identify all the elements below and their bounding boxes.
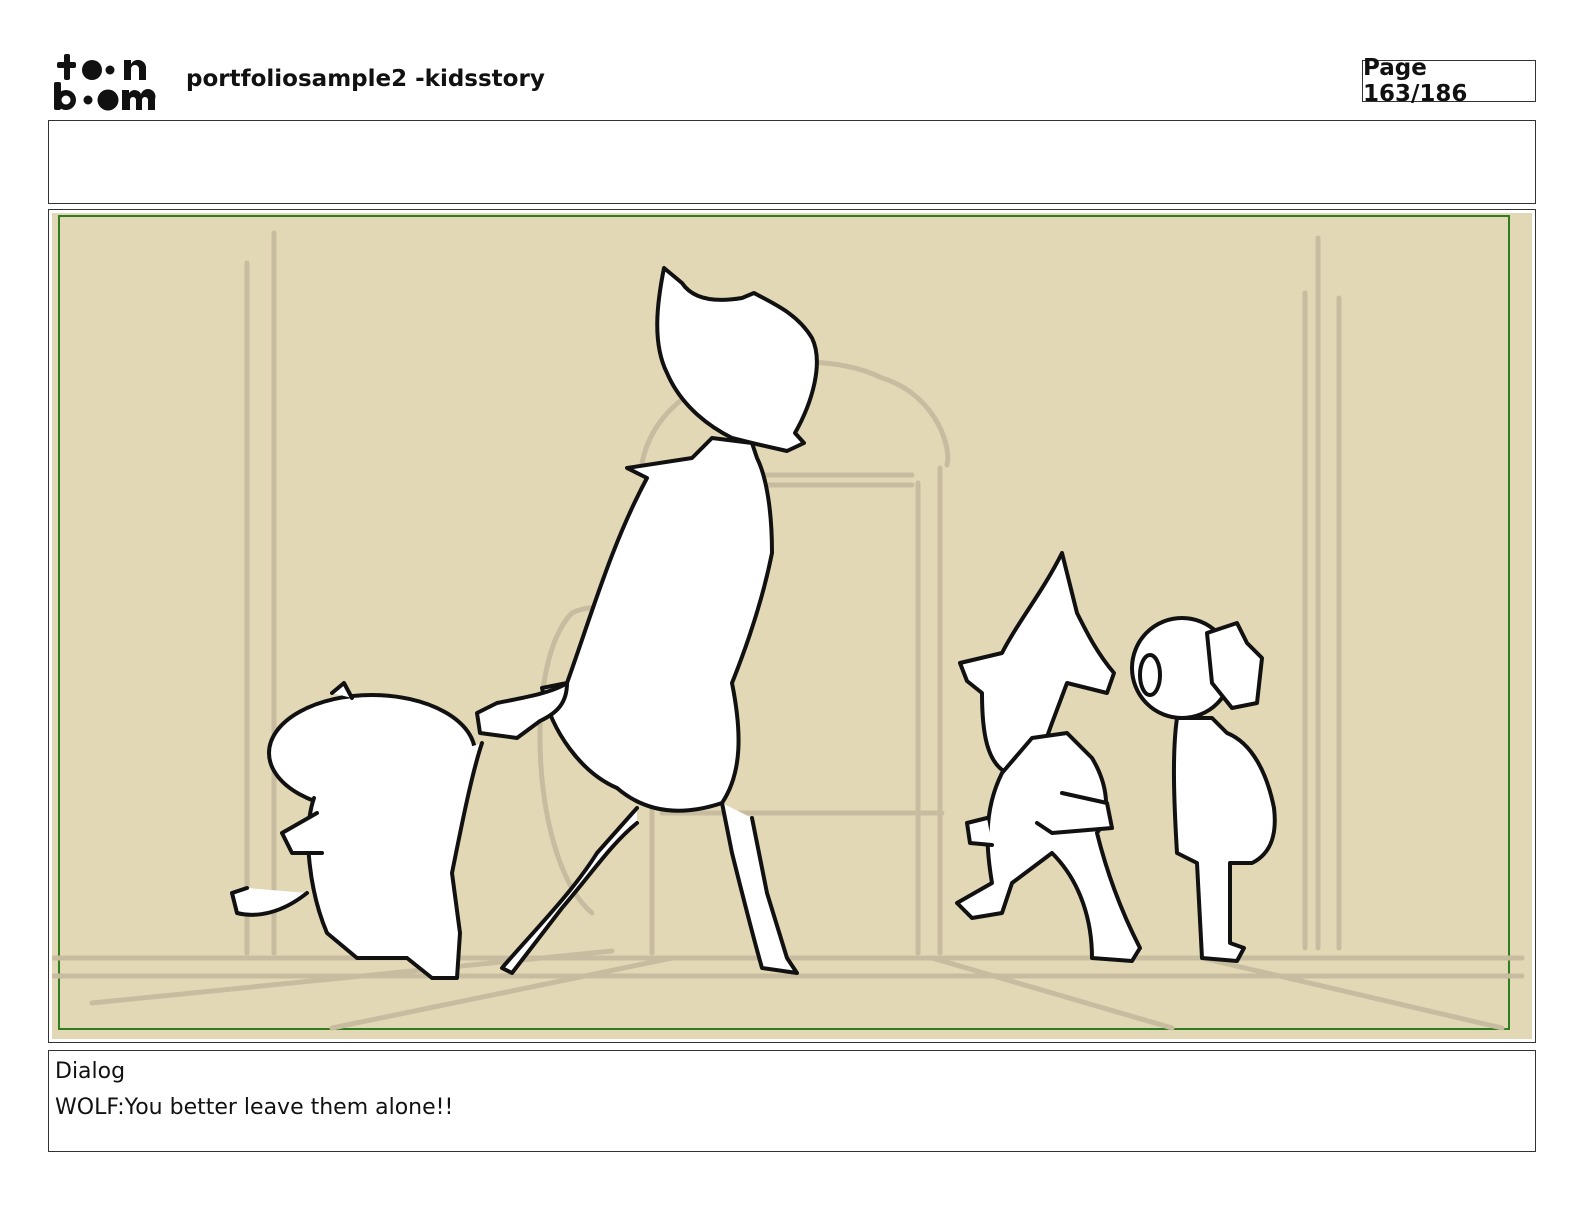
caption-box: [48, 120, 1536, 204]
dialog-text: WOLF:You better leave them alone!!: [55, 1095, 454, 1120]
page-number: Page 163/186: [1362, 55, 1536, 107]
dialog-box: Dialog WOLF:You better leave them alone!…: [48, 1050, 1536, 1152]
document-title: portfoliosample2 -kidsstory: [186, 66, 545, 92]
storyboard-panel-image: [52, 213, 1532, 1039]
toonboom-logo-icon: [54, 54, 156, 111]
dialog-heading: Dialog: [55, 1059, 126, 1084]
